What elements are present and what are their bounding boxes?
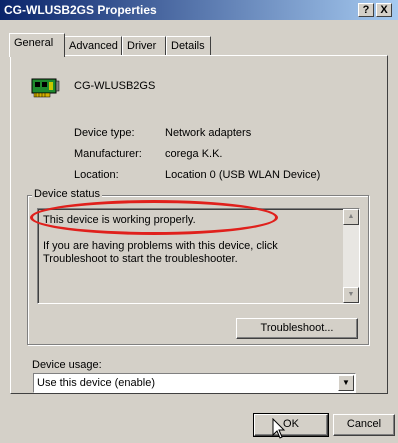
troubleshoot-hint: If you are having problems with this dev… (43, 240, 278, 265)
device-status-label: Device status (32, 188, 103, 200)
chevron-down-icon[interactable]: ▼ (338, 375, 354, 391)
status-scrollbar[interactable]: ▲ ▼ (343, 209, 359, 303)
scroll-down-arrow-icon[interactable]: ▼ (343, 287, 359, 303)
tab-general[interactable]: General (9, 33, 65, 57)
tab-driver[interactable]: Driver (122, 36, 166, 56)
title-bar[interactable]: CG-WLUSB2GS Properties ? X (0, 0, 398, 20)
manufacturer-value: corega K.K. (165, 148, 223, 160)
device-usage-value: Use this device (enable) (37, 377, 156, 389)
window-title: CG-WLUSB2GS Properties (4, 3, 157, 17)
status-message: This device is working properly. (43, 214, 196, 226)
device-name: CG-WLUSB2GS (74, 80, 156, 92)
device-usage-select[interactable]: Use this device (enable) ▼ (33, 373, 356, 393)
ok-button[interactable]: OK (253, 413, 329, 437)
location-value: Location 0 (USB WLAN Device) (165, 169, 321, 181)
device-usage-label: Device usage: (32, 359, 102, 371)
scroll-up-arrow-icon[interactable]: ▲ (343, 209, 359, 225)
device-type-value: Network adapters (165, 127, 252, 139)
cancel-button[interactable]: Cancel (333, 414, 395, 436)
network-adapter-icon (29, 76, 61, 102)
mouse-cursor-icon (272, 417, 286, 443)
help-button[interactable]: ? (358, 3, 374, 17)
tab-details[interactable]: Details (166, 36, 211, 56)
troubleshoot-button[interactable]: Troubleshoot... (236, 318, 358, 339)
location-label: Location: (74, 169, 119, 181)
device-type-label: Device type: (74, 127, 135, 139)
tab-advanced[interactable]: Advanced (64, 36, 122, 56)
manufacturer-label: Manufacturer: (74, 148, 142, 160)
close-button[interactable]: X (376, 3, 392, 17)
device-status-text[interactable]: This device is working properly. If you … (37, 208, 360, 304)
